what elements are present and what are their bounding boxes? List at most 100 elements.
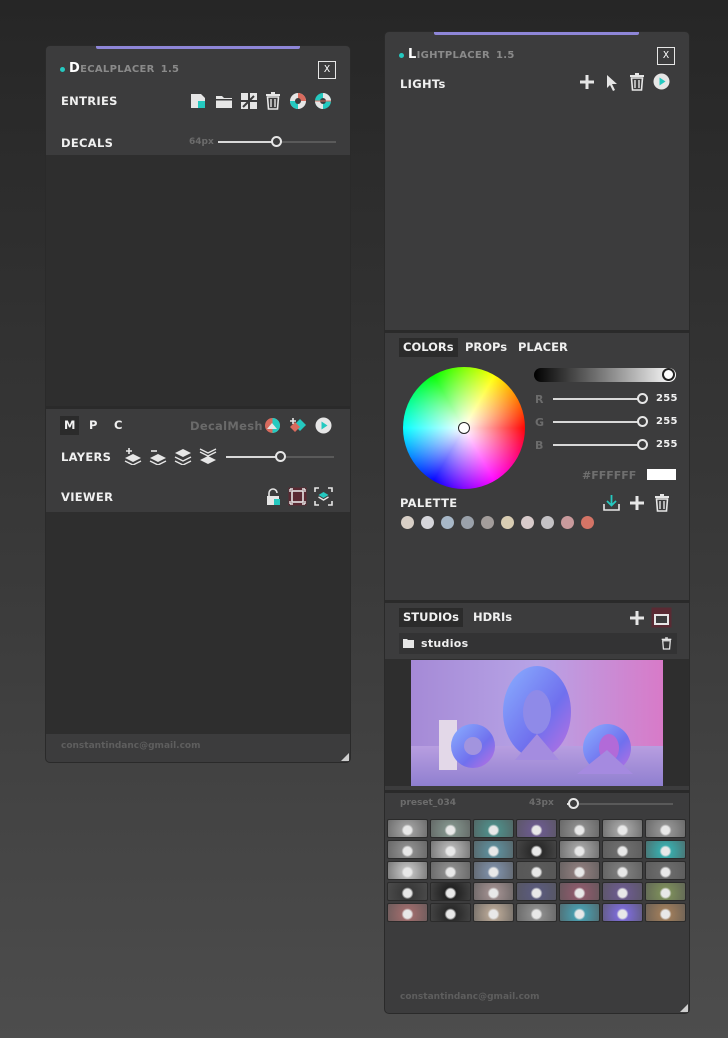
preset-thumbnail[interactable] — [645, 840, 686, 859]
preset-thumbnail[interactable] — [387, 882, 428, 901]
thumb-size-slider-track[interactable] — [567, 803, 673, 805]
add-light-icon[interactable] — [579, 74, 595, 90]
lock-icon[interactable] — [265, 488, 281, 506]
preset-thumbnail[interactable] — [645, 903, 686, 922]
resize-grip-icon[interactable] — [341, 753, 349, 761]
add-studio-icon[interactable] — [629, 610, 645, 626]
channel-slider-g[interactable] — [553, 421, 641, 423]
close-button[interactable]: X — [657, 47, 675, 65]
preset-thumbnail[interactable] — [602, 840, 643, 859]
layers-down-icon[interactable] — [199, 448, 217, 465]
decals-grid-area[interactable] — [46, 155, 350, 406]
preset-thumbnail[interactable] — [387, 903, 428, 922]
channel-value-b[interactable]: 255 — [656, 439, 678, 450]
lifebuoy-color-icon[interactable] — [289, 92, 307, 110]
preset-thumbnail[interactable] — [473, 882, 514, 901]
palette-swatch[interactable] — [461, 516, 474, 529]
palette-swatch[interactable] — [581, 516, 594, 529]
select-cursor-icon[interactable] — [605, 74, 619, 91]
download-icon[interactable] — [603, 494, 620, 511]
layers-up-icon[interactable] — [174, 448, 192, 465]
layers-remove-icon[interactable] — [149, 448, 167, 465]
preset-thumbnail[interactable] — [473, 840, 514, 859]
play-icon[interactable] — [653, 73, 670, 90]
preset-thumbnail[interactable] — [473, 861, 514, 880]
channel-slider-knob-b[interactable] — [637, 439, 648, 450]
decals-size-slider-knob[interactable] — [271, 136, 282, 147]
preset-thumbnail[interactable] — [645, 882, 686, 901]
preset-thumbnail[interactable] — [559, 819, 600, 838]
studio-panel-icon[interactable] — [651, 607, 672, 628]
studio-preview-image[interactable] — [411, 660, 663, 786]
mesh-add-icon[interactable] — [289, 417, 307, 434]
palette-swatch[interactable] — [541, 516, 554, 529]
preset-thumbnail[interactable] — [387, 840, 428, 859]
channel-value-r[interactable]: 255 — [656, 393, 678, 404]
preset-thumbnail[interactable] — [602, 882, 643, 901]
palette-swatch[interactable] — [401, 516, 414, 529]
folder-icon[interactable] — [215, 93, 233, 109]
preset-thumbnail[interactable] — [602, 861, 643, 880]
focus-icon[interactable] — [314, 487, 333, 506]
tab-mode-c[interactable]: C — [110, 416, 126, 435]
tab-placer[interactable]: PLACER — [514, 338, 572, 357]
mesh-color-icon[interactable] — [264, 417, 281, 434]
preset-thumbnail[interactable] — [559, 861, 600, 880]
palette-swatch[interactable] — [521, 516, 534, 529]
palette-swatch[interactable] — [481, 516, 494, 529]
play-icon[interactable] — [315, 417, 332, 434]
viewer-area[interactable] — [46, 512, 350, 734]
preset-thumbnail[interactable] — [559, 903, 600, 922]
palette-swatch[interactable] — [421, 516, 434, 529]
trash-icon[interactable] — [265, 92, 281, 110]
preset-thumbnail[interactable] — [516, 882, 557, 901]
color-wheel-cursor[interactable] — [458, 422, 470, 434]
palette-swatch[interactable] — [561, 516, 574, 529]
preset-thumbnail[interactable] — [430, 861, 471, 880]
preset-thumbnail[interactable] — [516, 903, 557, 922]
channel-slider-r[interactable] — [553, 398, 641, 400]
preset-thumbnail[interactable] — [387, 819, 428, 838]
new-entry-icon[interactable] — [189, 92, 207, 110]
resize-grip-icon[interactable] — [680, 1004, 688, 1012]
frame-select-icon[interactable] — [288, 487, 307, 506]
channel-slider-b[interactable] — [553, 444, 641, 446]
channel-value-g[interactable]: 255 — [656, 416, 678, 427]
close-button[interactable]: X — [318, 61, 336, 79]
preset-thumbnail[interactable] — [430, 882, 471, 901]
preset-thumbnail[interactable] — [516, 840, 557, 859]
lifebuoy-icon[interactable] — [314, 92, 332, 110]
preset-thumbnail[interactable] — [559, 840, 600, 859]
image-grid-icon[interactable] — [240, 92, 258, 110]
preset-thumbnail[interactable] — [430, 840, 471, 859]
tab-props[interactable]: PROPs — [461, 338, 511, 357]
preset-thumbnail[interactable] — [645, 861, 686, 880]
trash-icon[interactable] — [661, 637, 672, 650]
channel-slider-knob-g[interactable] — [637, 416, 648, 427]
tab-mode-p[interactable]: P — [85, 416, 101, 435]
preset-thumbnail[interactable] — [430, 819, 471, 838]
preset-thumbnail[interactable] — [473, 903, 514, 922]
layers-slider-knob[interactable] — [275, 451, 286, 462]
thumb-size-slider-knob[interactable] — [568, 798, 579, 809]
trash-icon[interactable] — [629, 73, 645, 91]
channel-slider-knob-r[interactable] — [637, 393, 648, 404]
palette-swatch[interactable] — [441, 516, 454, 529]
tab-mode-m[interactable]: M — [60, 416, 80, 435]
add-palette-icon[interactable] — [629, 495, 645, 511]
preset-thumbnail[interactable] — [559, 882, 600, 901]
brightness-slider[interactable] — [534, 368, 676, 382]
hex-value[interactable]: #FFFFFF — [582, 469, 636, 482]
layers-add-icon[interactable] — [124, 448, 142, 465]
preset-thumbnail[interactable] — [645, 819, 686, 838]
preset-thumbnail[interactable] — [516, 819, 557, 838]
tab-hdris[interactable]: HDRIs — [469, 608, 516, 627]
brightness-slider-knob[interactable] — [662, 368, 675, 381]
preset-thumbnail[interactable] — [602, 819, 643, 838]
preset-thumbnail[interactable] — [516, 861, 557, 880]
preset-thumbnail[interactable] — [430, 903, 471, 922]
preset-thumbnail[interactable] — [602, 903, 643, 922]
preset-thumbnail[interactable] — [473, 819, 514, 838]
preset-thumbnail[interactable] — [387, 861, 428, 880]
tab-colors[interactable]: COLORs — [399, 338, 458, 357]
